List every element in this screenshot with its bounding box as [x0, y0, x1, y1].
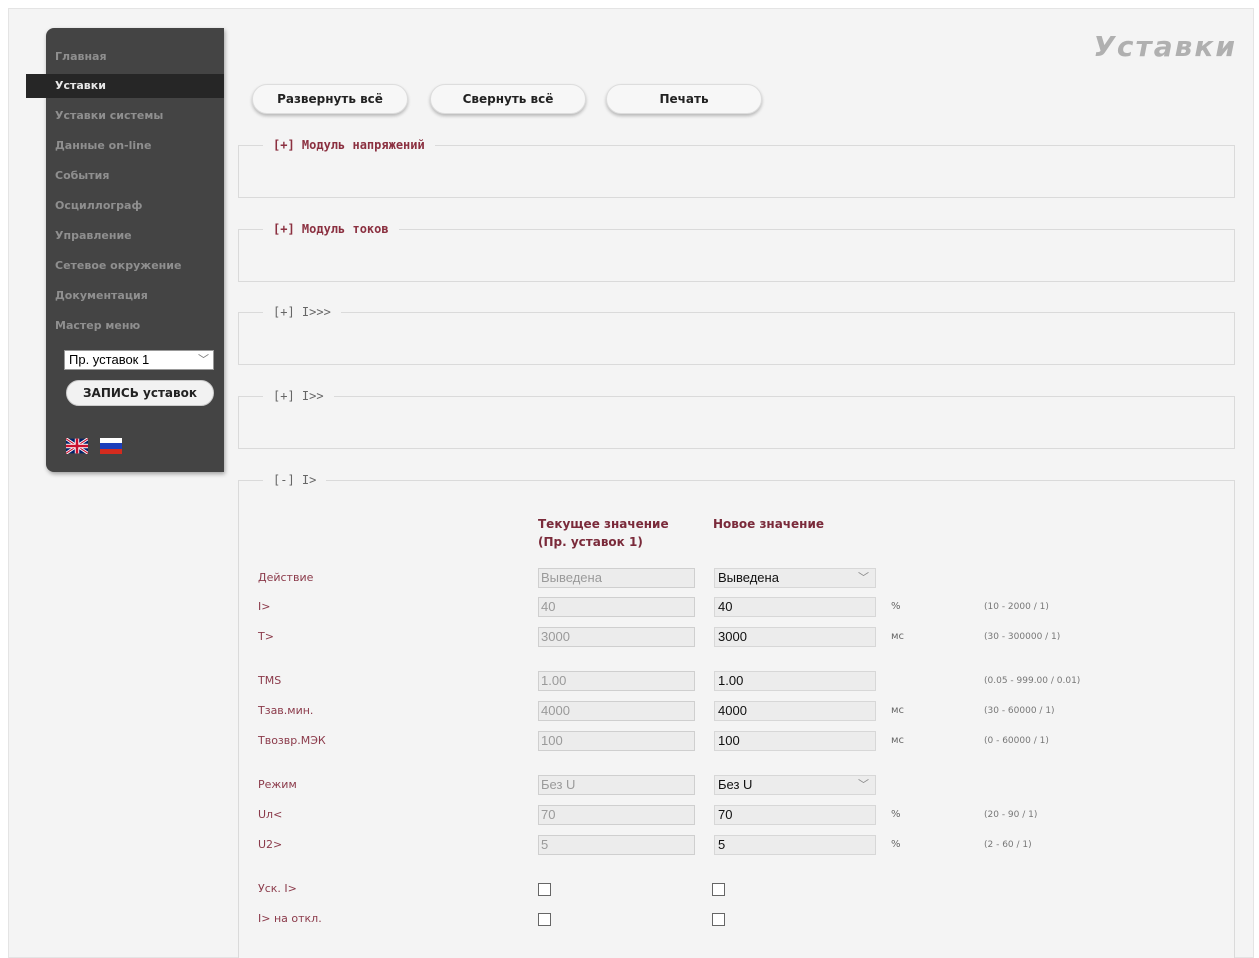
current-value-u-line: 70 — [538, 805, 695, 825]
current-value-mode: Без U — [538, 775, 695, 795]
new-trip-checkbox[interactable] — [712, 913, 725, 926]
sidebar-item-online-data[interactable]: Данные on-line — [46, 134, 224, 158]
new-value-t-min-input[interactable]: 4000 — [714, 701, 876, 721]
current-value-action: Выведена — [538, 568, 695, 588]
new-value-mode-select[interactable]: Без U ﹀ — [714, 775, 876, 795]
uk-flag-icon[interactable] — [66, 438, 88, 454]
chevron-down-icon: ﹀ — [858, 572, 869, 584]
sidebar-item-events[interactable]: События — [46, 164, 224, 188]
column-header-current-line2: (Пр. уставок 1) — [538, 535, 643, 549]
range-t-reset: (0 - 60000 / 1) — [984, 736, 1049, 746]
row-label-t-reset: Твозвр.МЭК — [258, 734, 326, 747]
save-settings-button[interactable]: ЗАПИСЬ уставок — [66, 380, 214, 406]
current-value-t-delay: 3000 — [538, 627, 695, 647]
sidebar-item-home[interactable]: Главная — [46, 45, 224, 69]
section-toggle-i1[interactable]: [-] I> — [263, 472, 327, 488]
sidebar-item-oscillograph[interactable]: Осциллограф — [46, 194, 224, 218]
current-value-u2: 5 — [538, 835, 695, 855]
unit-t-reset: мс — [891, 735, 905, 746]
row-label-u2: U2> — [258, 838, 283, 851]
unit-i-pickup: % — [891, 601, 901, 612]
profile-select[interactable]: Пр. уставок 1 ﹀ — [64, 350, 214, 370]
range-u-line: (20 - 90 / 1) — [984, 810, 1038, 820]
new-value-action-select[interactable]: Выведена ﹀ — [714, 568, 876, 588]
russian-flag-icon[interactable] — [100, 438, 122, 454]
range-t-delay: (30 - 300000 / 1) — [984, 632, 1061, 642]
sidebar: Главная Уставки Уставки системы Данные o… — [26, 28, 224, 472]
row-label-u-line: Uл< — [258, 808, 283, 821]
new-value-tms-input[interactable]: 1.00 — [714, 671, 876, 691]
unit-t-delay: мс — [891, 631, 905, 642]
profile-select-value: Пр. уставок 1 — [69, 352, 150, 367]
range-u2: (2 - 60 / 1) — [984, 840, 1032, 850]
section-toggle-i3[interactable]: [+] I>>> — [263, 304, 341, 320]
section-current-module: [+] Модуль токов — [238, 221, 1235, 282]
row-label-action: Действие — [258, 571, 314, 584]
row-label-i-pickup: I> — [258, 600, 271, 613]
new-value-u2-input[interactable]: 5 — [714, 835, 876, 855]
range-tms: (0.05 - 999.00 / 0.01) — [984, 676, 1081, 686]
column-header-current: Текущее значение (Пр. уставок 1) — [538, 515, 669, 551]
current-trip-checkbox — [538, 913, 551, 926]
section-i2: [+] I>> — [238, 388, 1235, 449]
sidebar-item-system-settings[interactable]: Уставки системы — [46, 104, 224, 128]
unit-t-min: мс — [891, 705, 905, 716]
current-value-tms: 1.00 — [538, 671, 695, 691]
print-button[interactable]: Печать — [606, 84, 762, 114]
new-value-i-pickup-input[interactable]: 40 — [714, 597, 876, 617]
column-header-current-line1: Текущее значение — [538, 517, 669, 531]
new-acceleration-checkbox[interactable] — [712, 883, 725, 896]
range-t-min: (30 - 60000 / 1) — [984, 706, 1055, 716]
sidebar-item-control[interactable]: Управление — [46, 224, 224, 248]
new-value-u-line-input[interactable]: 70 — [714, 805, 876, 825]
section-voltage-module: [+] Модуль напряжений — [238, 137, 1235, 198]
expand-all-button[interactable]: Развернуть всё — [252, 84, 408, 114]
row-label-t-delay: T> — [258, 630, 274, 643]
current-value-t-reset: 100 — [538, 731, 695, 751]
section-toggle-voltage-module[interactable]: [+] Модуль напряжений — [263, 137, 435, 153]
range-i-pickup: (10 - 2000 / 1) — [984, 602, 1049, 612]
new-value-t-reset-input[interactable]: 100 — [714, 731, 876, 751]
row-label-trip: I> на откл. — [258, 912, 322, 925]
column-header-new: Новое значение — [713, 517, 825, 531]
sidebar-item-network[interactable]: Сетевое окружение — [46, 254, 224, 278]
row-label-t-min: Тзав.мин. — [258, 704, 314, 717]
chevron-down-icon: ﹀ — [198, 354, 209, 366]
new-value-action-text: Выведена — [718, 570, 779, 585]
current-acceleration-checkbox — [538, 883, 551, 896]
new-value-mode-text: Без U — [718, 777, 753, 792]
section-toggle-current-module[interactable]: [+] Модуль токов — [263, 221, 399, 237]
sidebar-item-settings[interactable]: Уставки — [26, 74, 224, 98]
new-value-t-delay-input[interactable]: 3000 — [714, 627, 876, 647]
section-i3: [+] I>>> — [238, 304, 1235, 365]
page-title: Уставки — [1093, 30, 1237, 63]
row-label-mode: Режим — [258, 778, 297, 791]
sidebar-item-documentation[interactable]: Документация — [46, 284, 224, 308]
current-value-i-pickup: 40 — [538, 597, 695, 617]
collapse-all-button[interactable]: Свернуть всё — [430, 84, 586, 114]
unit-u-line: % — [891, 809, 901, 820]
section-toggle-i2[interactable]: [+] I>> — [263, 388, 334, 404]
row-label-tms: TMS — [258, 674, 282, 687]
row-label-acceleration: Уск. I> — [258, 882, 297, 895]
sidebar-item-menu-wizard[interactable]: Мастер меню — [46, 314, 224, 338]
unit-u2: % — [891, 839, 901, 850]
current-value-t-min: 4000 — [538, 701, 695, 721]
chevron-down-icon: ﹀ — [858, 779, 869, 791]
